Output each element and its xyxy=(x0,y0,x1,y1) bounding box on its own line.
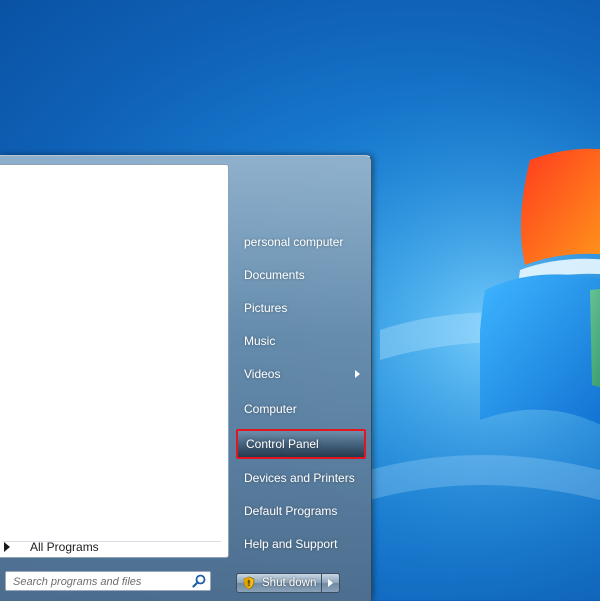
start-menu: All Programs personal computer Documents… xyxy=(0,155,372,601)
submenu-arrow-icon xyxy=(355,370,360,378)
pictures-label: Pictures xyxy=(244,301,288,315)
personal-computer-item[interactable]: personal computer xyxy=(236,229,366,255)
music-label: Music xyxy=(244,334,276,348)
shield-icon: ! xyxy=(243,576,255,590)
documents-item[interactable]: Documents xyxy=(236,262,366,288)
music-item[interactable]: Music xyxy=(236,328,366,354)
all-programs-label: All Programs xyxy=(30,540,99,554)
shutdown-options-button[interactable] xyxy=(322,573,340,593)
triangle-right-icon xyxy=(328,579,333,587)
shutdown-label: Shut down xyxy=(262,577,317,589)
pictures-item[interactable]: Pictures xyxy=(236,295,366,321)
videos-label: Videos xyxy=(244,367,281,381)
devices-and-printers-item[interactable]: Devices and Printers xyxy=(236,465,366,491)
help-and-support-label: Help and Support xyxy=(244,537,338,551)
control-panel-label: Control Panel xyxy=(246,437,319,451)
shutdown-button[interactable]: ! Shut down xyxy=(236,573,322,593)
computer-label: Computer xyxy=(244,402,297,416)
shutdown-group: ! Shut down xyxy=(236,573,340,593)
start-menu-places-pane: personal computer Documents Pictures Mus… xyxy=(232,156,368,601)
videos-item[interactable]: Videos xyxy=(236,361,366,387)
windows-logo-icon xyxy=(480,148,600,425)
triangle-right-icon xyxy=(4,542,10,552)
default-programs-label: Default Programs xyxy=(244,504,338,518)
search-box[interactable] xyxy=(5,571,211,592)
control-panel-item[interactable]: Control Panel xyxy=(236,429,366,459)
devices-and-printers-label: Devices and Printers xyxy=(244,471,355,485)
search-input[interactable] xyxy=(6,572,195,592)
personal-computer-label: personal computer xyxy=(244,235,344,249)
default-programs-item[interactable]: Default Programs xyxy=(236,498,366,524)
documents-label: Documents xyxy=(244,268,305,282)
help-and-support-item[interactable]: Help and Support xyxy=(236,531,366,557)
start-menu-programs-pane xyxy=(0,164,229,558)
search-icon[interactable] xyxy=(192,574,206,588)
computer-item[interactable]: Computer xyxy=(236,396,366,422)
svg-text:!: ! xyxy=(247,579,251,588)
all-programs-button[interactable]: All Programs xyxy=(0,536,228,558)
